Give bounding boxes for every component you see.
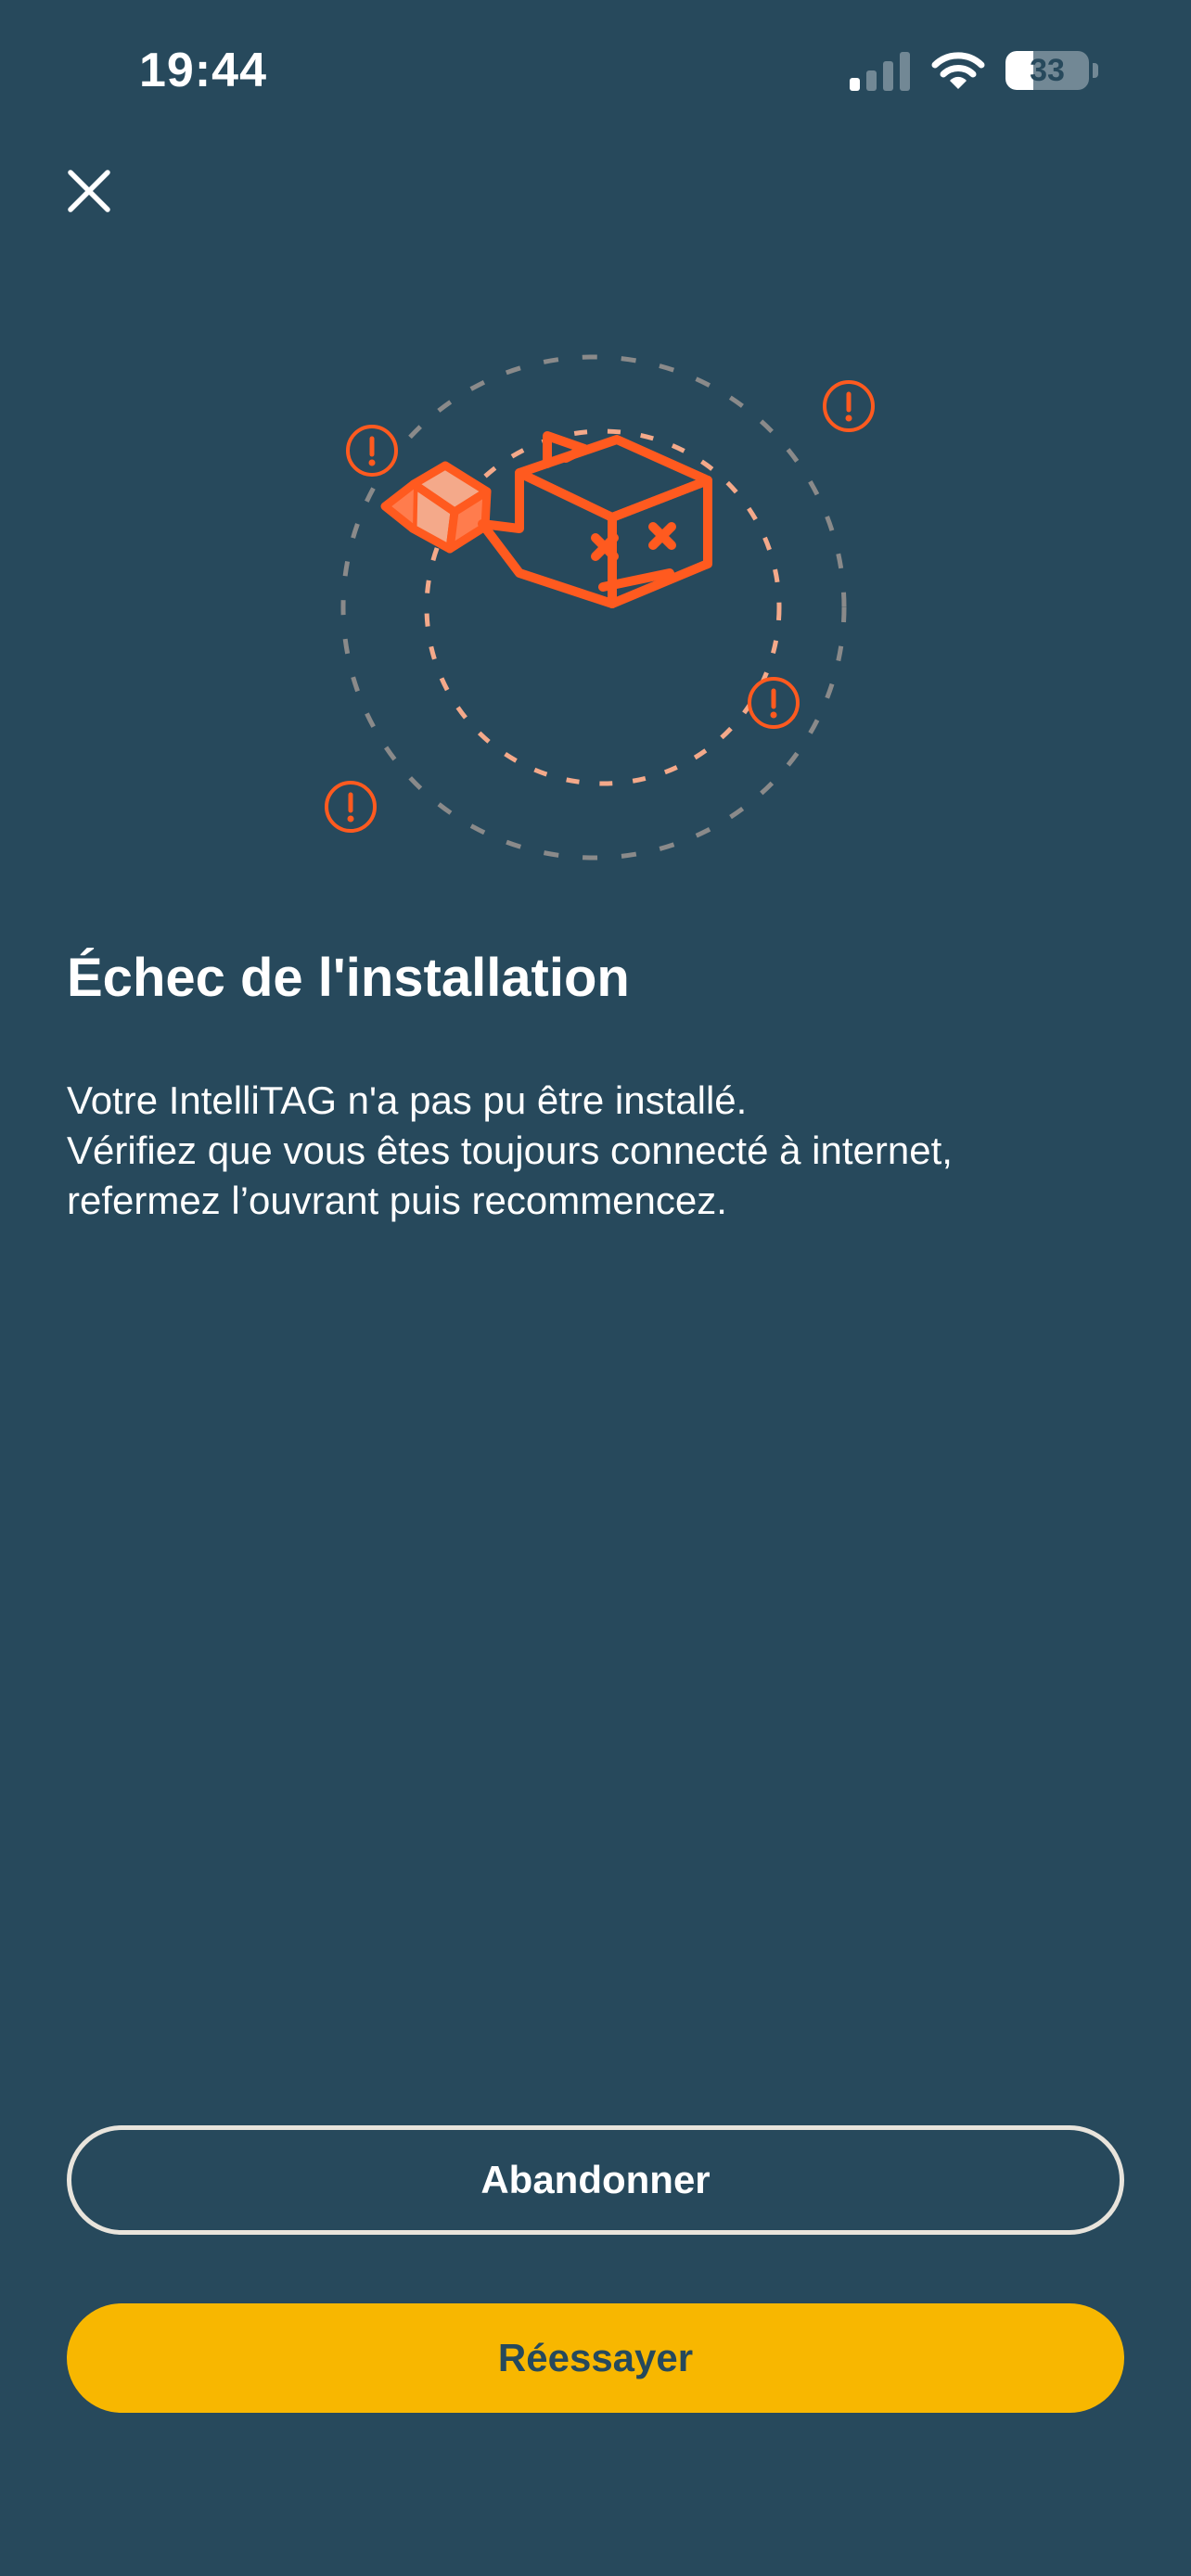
close-button[interactable] — [56, 158, 122, 224]
broken-piece — [380, 461, 492, 554]
close-icon — [68, 170, 110, 212]
abandon-button[interactable]: Abandonner — [67, 2125, 1124, 2235]
warning-icon — [325, 781, 377, 833]
broken-box-error-illustration — [325, 354, 875, 861]
wifi-icon — [931, 52, 985, 89]
warning-icon — [346, 425, 398, 477]
message-line: Votre IntelliTAG n'a pas pu être install… — [67, 1078, 748, 1122]
error-message: Votre IntelliTAG n'a pas pu être install… — [67, 1076, 1124, 1226]
warning-icon — [823, 380, 875, 432]
battery-level: 33 — [1030, 53, 1065, 88]
status-time: 19:44 — [139, 44, 267, 97]
cellular-signal-icon — [850, 52, 910, 91]
install-failed-screen: 19:44 33 Échec de l'installation Votre I… — [0, 0, 1191, 2576]
battery-nub — [1093, 63, 1098, 78]
message-line: refermez l’ouvrant puis recommencez. — [67, 1179, 727, 1222]
warning-icon — [748, 677, 800, 729]
outer-dashed-ring — [340, 354, 847, 861]
retry-button[interactable]: Réessayer — [67, 2303, 1124, 2413]
page-title: Échec de l'installation — [67, 948, 630, 1008]
battery-icon: 33 — [1005, 51, 1089, 90]
status-icons: 33 — [850, 43, 1098, 98]
message-line: Vérifiez que vous êtes toujours connecté… — [67, 1129, 953, 1172]
box-character — [478, 431, 712, 608]
